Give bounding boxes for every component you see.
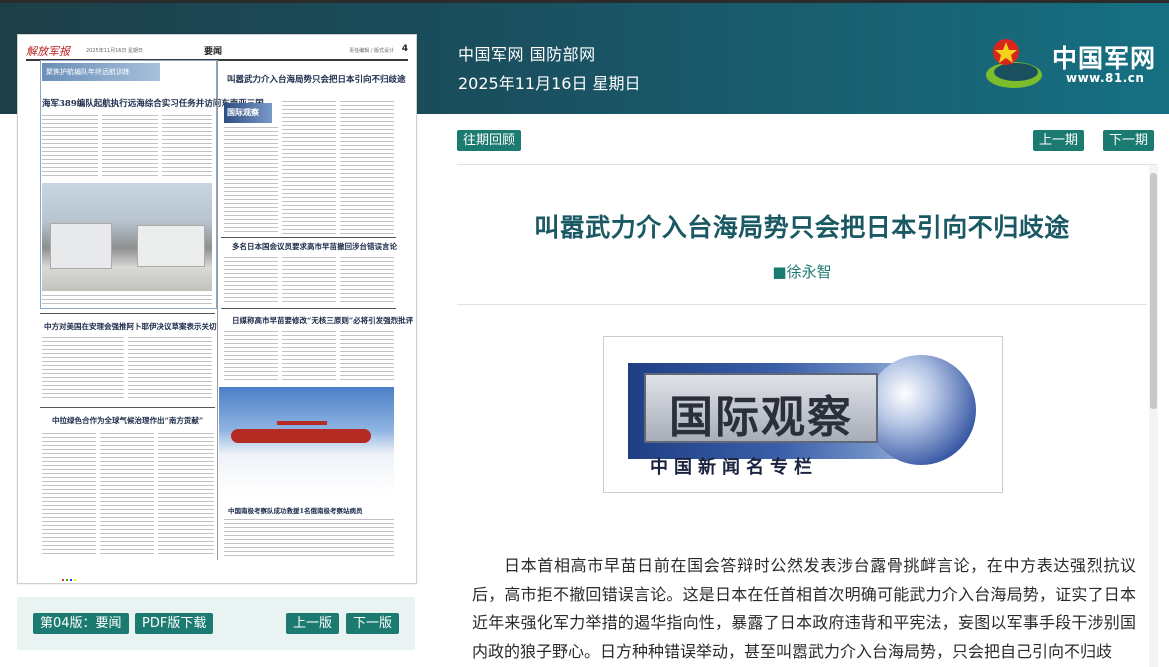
paper-text-block [128, 337, 212, 399]
pdf-download-button[interactable]: PDF版下载 [135, 613, 214, 634]
article-paragraph: 日本首相高市早苗日前在国会答辩时公然发表涉台露骨挑衅言论，在中方表达强烈抗议后，… [472, 556, 1136, 661]
paper-color-mark [62, 579, 64, 581]
paper-text-block [158, 433, 214, 557]
paper-page-number: 4 [401, 44, 408, 54]
logo-text: 中国军网 [1052, 44, 1157, 73]
paper-text-block [162, 115, 212, 177]
article-scrollbar[interactable] [1149, 165, 1158, 667]
paper-rule [221, 308, 396, 309]
paper-headline-2[interactable]: 叫嚣武力介入台海局势只会把日本引向不归歧途 [227, 73, 406, 85]
paper-text-block [224, 127, 278, 235]
paper-text-block [224, 331, 278, 381]
paper-text-block [42, 115, 98, 177]
site-name[interactable]: 中国军网 国防部网 [458, 41, 596, 65]
paper-photo-vehicle [137, 225, 205, 267]
paper-banner: 聚焦护航编队年终远航训练 [42, 63, 160, 81]
column-banner-subtitle: 中国新闻名专栏 [650, 457, 818, 478]
toolbar-divider [457, 164, 1157, 165]
logo-url: www.81.cn [1066, 71, 1145, 85]
paper-editor: 责任编辑 / 版式设计 [349, 48, 394, 54]
paper-masthead-logo: 解放军报 [26, 45, 70, 58]
paper-color-mark [70, 579, 72, 581]
column-banner-title-box: 国际观察 [644, 373, 878, 443]
site-date: 2025年11月16日 星期日 [458, 74, 641, 93]
paper-headline-6[interactable]: 中拉绿色合作为全球气候治理作出“南方贡献” [52, 415, 203, 426]
paper-rule [40, 313, 215, 314]
paper-photo-plane [231, 429, 371, 443]
paper-text-block [340, 101, 394, 235]
paper-color-mark [74, 579, 76, 581]
archive-button[interactable]: 往期回顾 [457, 130, 522, 151]
paper-rule [40, 407, 215, 408]
paper-text-block [102, 115, 158, 177]
paper-text-block [42, 295, 212, 304]
paper-text-block [340, 257, 394, 305]
star-emblem-icon [986, 39, 1042, 88]
paper-headline-4[interactable]: 日媒称高市早苗要修改“无核三原则”必将引发强烈批评 [232, 315, 413, 326]
edition-label-button[interactable]: 第04版：要闻 [33, 613, 129, 634]
title-divider [457, 304, 1147, 305]
paper-photo-vehicles [42, 183, 212, 291]
paper-text-block [224, 519, 394, 559]
paper-masthead-date: 2025年11月16日 星期日 [86, 48, 144, 54]
paper-text-block [42, 433, 96, 557]
paper-text-block [100, 433, 154, 557]
next-edition-button[interactable]: 下一版 [346, 613, 400, 634]
paper-column-logo: 国际观察 [224, 103, 272, 123]
prev-issue-button[interactable]: 上一期 [1033, 130, 1085, 151]
paper-column-logo-text: 国际观察 [227, 108, 259, 117]
paper-photo-aircraft [219, 387, 394, 495]
paper-banner-text: 聚焦护航编队年终远航训练 [46, 68, 130, 76]
scrollbar-thumb[interactable] [1150, 173, 1157, 409]
next-issue-button[interactable]: 下一期 [1103, 130, 1155, 151]
column-banner-image: 国际观察 中国新闻名专栏 [603, 336, 1003, 493]
paper-headline-3[interactable]: 多名日本国会议员要求高市早苗撤回涉台错误言论 [232, 241, 397, 252]
paper-color-mark [66, 579, 68, 581]
paper-column-rule [217, 60, 218, 560]
globe-icon [866, 355, 976, 465]
paper-text-block [42, 337, 124, 399]
site-logo[interactable]: 中国军网 www.81.cn [984, 35, 1164, 95]
paper-headline-5[interactable]: 中方对美国在安理会强推阿卜耶伊决议草案表示关切 [44, 321, 217, 332]
paper-photo-wing [277, 421, 327, 425]
article-body: 日本首相高市早苗日前在国会答辩时公然发表涉台露骨挑衅言论，在中方表达强烈抗议后，… [472, 552, 1136, 666]
edition-navigation-bar: 第04版：要闻 PDF版下载 上一版 下一版 [17, 597, 415, 650]
prev-edition-button[interactable]: 上一版 [286, 613, 340, 634]
paper-text-block [282, 101, 336, 235]
paper-headline-7[interactable]: 中国南极考察队成功救援1名俄南极考察站病员 [228, 505, 363, 515]
paper-text-block [282, 257, 336, 305]
column-banner-title: 国际观察 [669, 392, 853, 443]
paper-masthead: 解放军报 2025年11月16日 星期日 要闻 责任编辑 / 版式设计 4 [26, 44, 408, 61]
paper-text-block [282, 331, 336, 381]
paper-rule [221, 237, 396, 238]
paper-photo-vehicle [50, 223, 112, 269]
article-author: ■徐永智 [772, 263, 832, 281]
article-title: 叫嚣武力介入台海局势只会把日本引向不归歧途 [534, 213, 1070, 242]
paper-section: 要闻 [204, 47, 223, 57]
newspaper-page-thumbnail[interactable]: 解放军报 2025年11月16日 星期日 要闻 责任编辑 / 版式设计 4 聚焦… [17, 34, 417, 584]
paper-text-block [340, 331, 394, 381]
paper-text-block [224, 257, 278, 305]
